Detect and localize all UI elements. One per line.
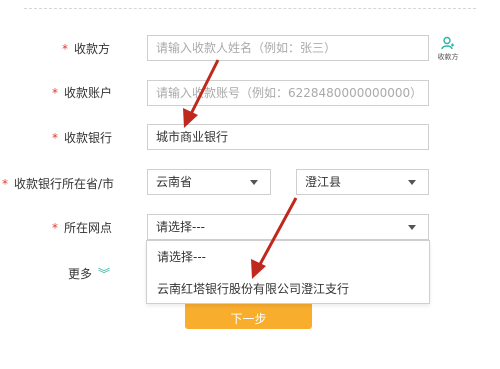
arrow-1: [183, 59, 220, 128]
arrow-2: [251, 197, 298, 279]
annotation-arrows: [183, 59, 298, 279]
